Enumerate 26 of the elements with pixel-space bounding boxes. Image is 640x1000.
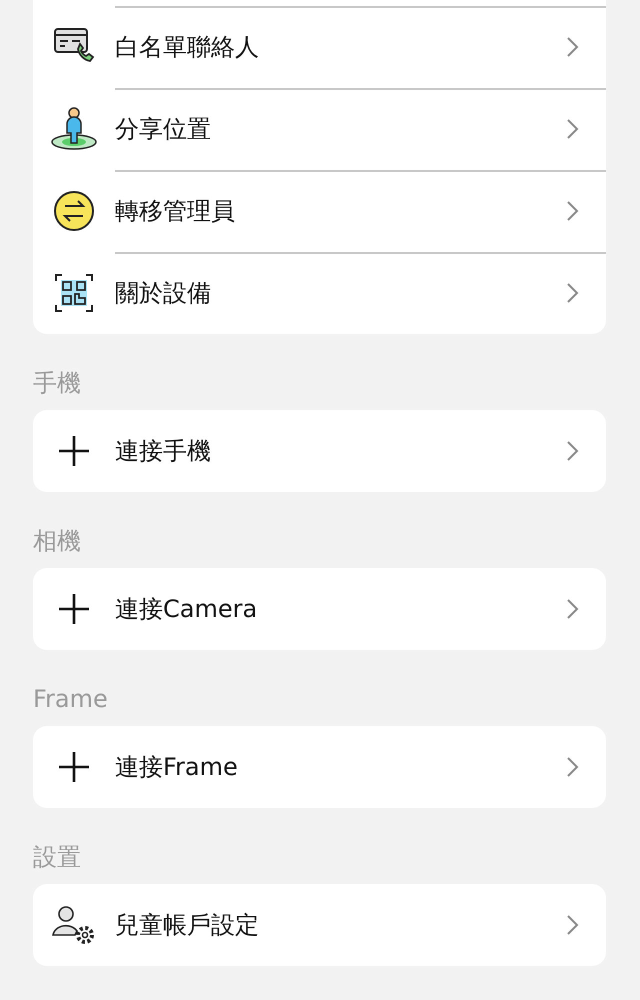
menu-item[interactable]: 關於設備 xyxy=(115,277,566,309)
swap-arrows-icon xyxy=(52,189,96,233)
menu-item[interactable]: 轉移管理員 xyxy=(115,195,566,227)
chevron-icon xyxy=(566,914,580,936)
chevron-icon xyxy=(566,756,580,778)
chevron-icon xyxy=(566,200,580,222)
chevron-icon xyxy=(566,118,580,140)
person-pin-icon xyxy=(50,107,98,151)
section-header: 設置 xyxy=(33,842,82,873)
qr-code-icon xyxy=(52,271,96,315)
menu-item[interactable]: 連接Camera xyxy=(115,593,566,625)
chevron-icon xyxy=(566,440,580,462)
chevron-icon xyxy=(566,282,580,304)
section-header: 手機 xyxy=(33,368,82,399)
plus-icon xyxy=(57,434,91,468)
section-header: 相機 xyxy=(33,526,82,557)
plus-icon xyxy=(57,750,91,784)
plus-icon xyxy=(57,592,91,626)
menu-item[interactable]: 白名單聯絡人 xyxy=(115,31,566,63)
menu-item[interactable]: 連接手機 xyxy=(115,435,566,467)
menu-item[interactable]: 連接Frame xyxy=(115,751,566,783)
chevron-icon xyxy=(566,36,580,58)
chevron-icon xyxy=(566,598,580,620)
section-header: Frame xyxy=(33,684,109,715)
menu-item[interactable]: 分享位置 xyxy=(115,113,566,145)
menu-item[interactable]: 兒童帳戶設定 xyxy=(115,909,566,941)
